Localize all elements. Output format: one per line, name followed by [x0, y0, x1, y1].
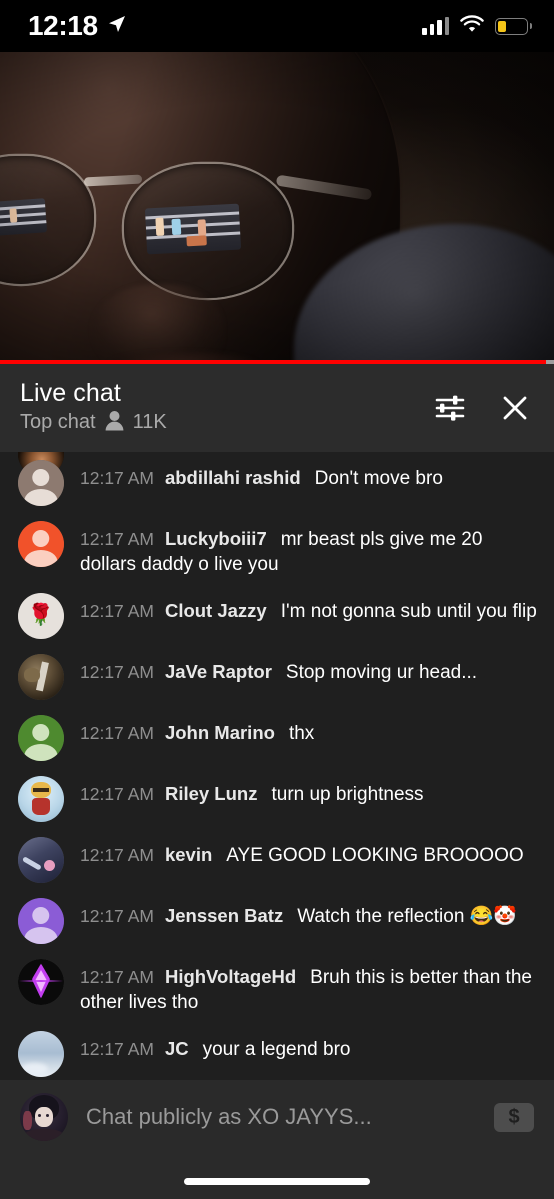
- message-timestamp: 12:17 AM: [80, 905, 154, 926]
- message-text: thx: [288, 722, 315, 744]
- message-author[interactable]: JC: [165, 1038, 189, 1059]
- message-author[interactable]: Clout Jazzy: [165, 600, 267, 621]
- home-indicator-area: [0, 1154, 554, 1199]
- chat-message-row[interactable]: 12:17 AM JC your a legend bro: [0, 1023, 554, 1080]
- avatar[interactable]: [18, 897, 64, 944]
- user-avatar-anime[interactable]: [20, 1093, 68, 1141]
- message-timestamp: 12:17 AM: [80, 600, 154, 621]
- chat-message-body: 12:17 AM Luckyboiii7 mr beast pls give me …: [64, 520, 538, 578]
- superchat-symbol: $: [508, 1106, 520, 1128]
- chat-message-body: 12:17 AM HighVoltageHd Bruh this is better…: [64, 958, 538, 1016]
- chat-input-placeholder[interactable]: Chat publicly as XO JAYYS...: [68, 1104, 494, 1130]
- message-timestamp: 12:17 AM: [80, 722, 154, 743]
- tune-sliders-icon[interactable]: [434, 393, 466, 423]
- live-chat-title: Live chat: [20, 379, 121, 408]
- avatar[interactable]: [18, 521, 64, 567]
- live-chat-message-list[interactable]: 12:17 AM abdillahi rashid Don't move bro 12…: [0, 452, 554, 1080]
- avatar[interactable]: [18, 836, 64, 883]
- status-bar-left: 12:18: [28, 12, 127, 40]
- message-text: Stop moving ur head...: [285, 661, 478, 683]
- chat-message-row[interactable]: 12:17 AM John Marino thx: [0, 707, 554, 768]
- dollar-bill-icon[interactable]: $: [494, 1102, 534, 1132]
- wifi-icon: [460, 14, 484, 38]
- message-timestamp: 12:17 AM: [80, 1038, 154, 1059]
- avatar[interactable]: [18, 958, 64, 1005]
- video-frame: [0, 52, 554, 364]
- chat-message-row[interactable]: 12:17 AM Luckyboiii7 mr beast pls give me …: [0, 513, 554, 585]
- message-text: Watch the reflection: [297, 905, 470, 927]
- status-bar-right: [422, 14, 532, 38]
- status-bar: 12:18: [0, 0, 554, 52]
- message-timestamp: 12:17 AM: [80, 783, 154, 804]
- message-emoji: 😂🤡: [469, 905, 518, 927]
- person-icon: [105, 410, 124, 436]
- message-text: I'm not gonna sub until you flip: [280, 600, 537, 622]
- chat-message-row[interactable]: 12:17 AM kevin AYE GOOD LOOKING BROOOOO: [0, 829, 554, 890]
- avatar[interactable]: 🌹: [18, 592, 64, 639]
- message-author[interactable]: Luckyboiii7: [165, 528, 267, 549]
- chat-message-body: 12:17 AM kevin AYE GOOD LOOKING BROOOOO: [64, 836, 538, 868]
- chat-input-bar[interactable]: Chat publicly as XO JAYYS... $: [0, 1080, 554, 1154]
- messages-container: 12:17 AM abdillahi rashid Don't move bro 12…: [0, 452, 554, 1080]
- chat-message-body: 12:17 AM Clout Jazzy I'm not gonna sub unt…: [64, 592, 538, 624]
- message-author[interactable]: kevin: [165, 844, 212, 865]
- viewer-count: 11K: [132, 411, 167, 434]
- status-bar-clock: 12:18: [28, 10, 98, 41]
- chat-message-row[interactable]: 12:17 AM Riley Lunz turn up brightness: [0, 768, 554, 829]
- chat-message-row[interactable]: 12:17 AM JaVe Raptor Stop moving ur head..…: [0, 646, 554, 707]
- message-author[interactable]: Jenssen Batz: [165, 905, 283, 926]
- message-timestamp: 12:17 AM: [80, 844, 154, 865]
- message-author[interactable]: Riley Lunz: [165, 783, 258, 804]
- message-author[interactable]: JaVe Raptor: [165, 661, 272, 682]
- message-timestamp: 12:17 AM: [80, 966, 154, 987]
- clipped-message-row: [0, 452, 554, 477]
- live-chat-subtitle-row[interactable]: Top chat 11K: [20, 410, 434, 436]
- chat-message-row[interactable]: 12:17 AM Jenssen Batz Watch the reflection…: [0, 890, 554, 951]
- avatar[interactable]: [18, 775, 64, 822]
- live-chat-actions: [434, 393, 532, 423]
- avatar[interactable]: [18, 460, 64, 506]
- home-indicator-bar[interactable]: [184, 1178, 370, 1185]
- message-timestamp: 12:17 AM: [80, 661, 154, 682]
- chat-message-row[interactable]: 🌹 12:17 AM Clout Jazzy I'm not gonna sub un…: [0, 585, 554, 646]
- chat-message-body: 12:17 AM JaVe Raptor Stop moving ur head..…: [64, 653, 538, 685]
- battery-low-icon: [495, 17, 532, 35]
- avatar[interactable]: [18, 653, 64, 700]
- live-chat-titles: Live chat Top chat 11K: [20, 380, 434, 435]
- top-chat-label[interactable]: Top chat: [20, 412, 96, 433]
- close-icon[interactable]: [500, 393, 530, 423]
- chat-message-body: 12:17 AM JC your a legend bro: [64, 1030, 538, 1062]
- phone-screen: 12:18 Live chat Top chat 11K 12:17 AM ab…: [0, 0, 554, 1199]
- avatar[interactable]: [18, 1030, 64, 1077]
- chat-message-row[interactable]: 12:17 AM HighVoltageHd Bruh this is better…: [0, 951, 554, 1023]
- chat-message-body: 12:17 AM John Marino thx: [64, 714, 538, 746]
- chat-message-body: 12:17 AM Riley Lunz turn up brightness: [64, 775, 538, 807]
- message-timestamp: 12:17 AM: [80, 529, 154, 549]
- message-text: AYE GOOD LOOKING BROOOOO: [226, 844, 524, 866]
- location-arrow-icon: [107, 14, 127, 39]
- message-author[interactable]: HighVoltageHd: [165, 966, 296, 987]
- message-author[interactable]: John Marino: [165, 722, 275, 743]
- message-text: your a legend bro: [202, 1038, 351, 1060]
- cellular-signal-icon: [422, 17, 449, 35]
- chat-message-body: 12:17 AM Jenssen Batz Watch the reflection…: [64, 897, 538, 929]
- live-chat-header: Live chat Top chat 11K: [0, 364, 554, 452]
- video-player[interactable]: [0, 52, 554, 364]
- message-text: turn up brightness: [271, 783, 424, 805]
- avatar[interactable]: [18, 714, 64, 761]
